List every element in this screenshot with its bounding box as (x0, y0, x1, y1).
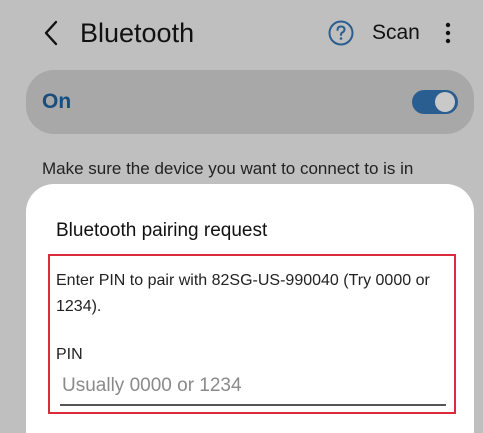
pin-input[interactable] (60, 372, 446, 406)
toggle-state-label: On (42, 90, 72, 113)
chevron-left-icon[interactable] (36, 14, 66, 52)
help-icon[interactable] (327, 19, 355, 47)
toggle-knob (435, 92, 455, 112)
dialog-title: Bluetooth pairing request (56, 220, 268, 241)
bluetooth-settings-screen: Bluetooth Scan On Make sure the device y… (0, 0, 483, 433)
pairing-request-dialog: Bluetooth pairing request Enter PIN to p… (26, 184, 474, 433)
bluetooth-toggle-switch[interactable] (412, 90, 458, 114)
page-title: Bluetooth (80, 18, 195, 48)
top-app-bar: Bluetooth Scan (0, 0, 483, 66)
pin-label: PIN (56, 346, 83, 363)
more-vertical-icon[interactable] (436, 16, 460, 50)
pairing-message: Enter PIN to pair with 82SG-US-990040 (T… (56, 272, 430, 315)
scan-button[interactable]: Scan (372, 14, 420, 52)
bluetooth-toggle-row[interactable]: On (26, 70, 474, 134)
pairing-instructions-text: Make sure the device you want to connect… (42, 159, 414, 178)
